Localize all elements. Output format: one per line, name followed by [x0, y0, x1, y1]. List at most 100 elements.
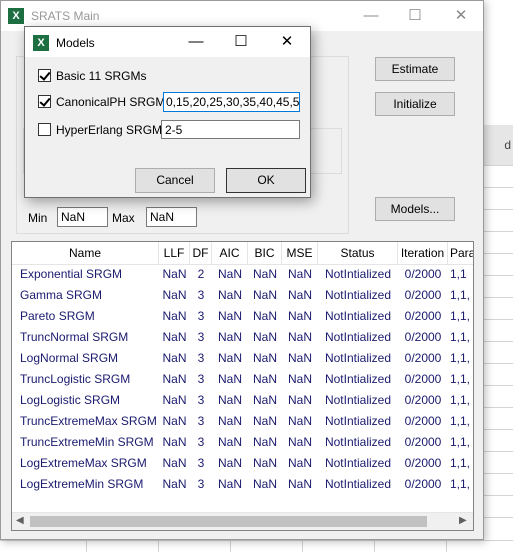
grid-line	[484, 385, 513, 386]
table-header: Name LLF DF AIC BIC MSE Status Iteration…	[12, 242, 473, 265]
table-row[interactable]: TruncLogistic SRGM NaN 3 NaN NaN NaN NotIntial…	[12, 369, 473, 390]
cell-bic: NaN	[252, 435, 277, 449]
table-row[interactable]: Exponential SRGM NaN 2 NaN NaN NaN NotIntializ…	[12, 264, 473, 285]
grid-line	[230, 540, 231, 552]
models-button[interactable]: Models...	[375, 197, 455, 221]
cell-df: 2	[197, 267, 205, 281]
column-header-aic[interactable]: AIC	[212, 242, 248, 264]
cell-params: 1,1,	[450, 477, 471, 491]
initialize-button[interactable]: Initialize	[375, 92, 455, 116]
cell-llf: NaN	[162, 267, 187, 281]
column-header-llf[interactable]: LLF	[159, 242, 190, 264]
column-header-label: d	[504, 138, 511, 152]
cell-name: TruncLogistic SRGM	[20, 372, 131, 386]
cell-status: NotIntialized	[324, 477, 392, 491]
cell-name: Exponential SRGM	[20, 267, 123, 281]
cell-bic: NaN	[252, 393, 277, 407]
cell-params: 1,1,	[450, 372, 471, 386]
hypererlang-label: HyperErlang SRGM	[56, 123, 163, 137]
minimize-icon[interactable]: —	[349, 4, 393, 28]
cancel-button[interactable]: Cancel	[135, 168, 215, 193]
close-icon[interactable]: ✕	[439, 4, 483, 28]
cell-name: Pareto SRGM	[20, 309, 95, 323]
cell-df: 3	[197, 330, 205, 344]
column-header-params[interactable]: Para	[448, 242, 473, 264]
cell-params: 1,1,	[450, 351, 471, 365]
cell-params: 1,1,	[450, 456, 471, 470]
estimate-button[interactable]: Estimate	[375, 57, 455, 81]
hypererlang-field[interactable]: 2-5	[161, 120, 300, 139]
cell-iteration: 0/2000	[404, 372, 442, 386]
hypererlang-checkbox[interactable]	[38, 123, 51, 136]
scroll-right-icon[interactable]: ▶	[459, 515, 467, 526]
table-row[interactable]: LogNormal SRGM NaN 3 NaN NaN NaN NotIntialized…	[12, 348, 473, 369]
models-dialog: X Models — ☐ ✕ Basic 11 SRGMs CanonicalP…	[24, 26, 311, 198]
cell-llf: NaN	[162, 288, 187, 302]
cell-name: Gamma SRGM	[20, 288, 103, 302]
table-row[interactable]: TruncExtremeMax SRGM NaN 3 NaN NaN NaN NotInti…	[12, 411, 473, 432]
table-row[interactable]: Pareto SRGM NaN 3 NaN NaN NaN NotIntialized 0/2…	[12, 306, 473, 327]
maximize-icon[interactable]: ☐	[393, 4, 437, 28]
grid-line	[446, 540, 447, 552]
basic-srgm-checkbox[interactable]	[38, 69, 51, 82]
cell-params: 1,1,	[450, 435, 471, 449]
ok-button[interactable]: OK	[226, 168, 306, 193]
results-table[interactable]: Name LLF DF AIC BIC MSE Status Iteration…	[11, 241, 474, 531]
grid-line	[0, 540, 513, 541]
column-header-mse[interactable]: MSE	[282, 242, 318, 264]
table-row[interactable]: TruncExtremeMin SRGM NaN 3 NaN NaN NaN NotInti…	[12, 432, 473, 453]
column-header-name[interactable]: Name	[12, 242, 159, 264]
cell-mse: NaN	[287, 414, 312, 428]
column-header-df[interactable]: DF	[190, 242, 212, 264]
table-row[interactable]: LogExtremeMax SRGM NaN 3 NaN NaN NaN NotIntial…	[12, 453, 473, 474]
table-row[interactable]: LogExtremeMin SRGM NaN 3 NaN NaN NaN NotIntial…	[12, 474, 473, 495]
min-field[interactable]: NaN	[57, 207, 108, 227]
cell-iteration: 0/2000	[404, 309, 442, 323]
cell-df: 3	[197, 309, 205, 323]
grid-line	[484, 495, 513, 496]
max-field[interactable]: NaN	[146, 207, 197, 227]
cell-params: 1,1,	[450, 288, 471, 302]
cell-df: 3	[197, 372, 205, 386]
grid-line	[484, 187, 513, 188]
cell-bic: NaN	[252, 456, 277, 470]
scrollbar-thumb[interactable]	[30, 516, 427, 527]
column-header-status[interactable]: Status	[318, 242, 398, 264]
horizontal-scrollbar[interactable]: ◀ ▶	[12, 512, 473, 530]
grid-line	[484, 407, 513, 408]
cell-aic: NaN	[217, 288, 242, 302]
canonicalph-field[interactable]: 0,15,20,25,30,35,40,45,50	[163, 92, 300, 112]
max-label: Max	[112, 211, 135, 225]
cell-mse: NaN	[287, 309, 312, 323]
cell-iteration: 0/2000	[404, 414, 442, 428]
cell-df: 3	[197, 477, 205, 491]
scroll-left-icon[interactable]: ◀	[16, 515, 24, 526]
cell-llf: NaN	[162, 456, 187, 470]
column-header: d	[484, 125, 513, 166]
cell-df: 3	[197, 393, 205, 407]
cell-params: 1,1,	[450, 309, 471, 323]
cell-mse: NaN	[287, 288, 312, 302]
close-icon[interactable]: ✕	[265, 30, 309, 54]
dialog-title: Models	[56, 36, 95, 50]
table-row[interactable]: TruncNormal SRGM NaN 3 NaN NaN NaN NotIntializ…	[12, 327, 473, 348]
canonicalph-checkbox[interactable]	[38, 95, 51, 108]
cell-aic: NaN	[217, 267, 242, 281]
grid-line	[484, 165, 513, 166]
grid-line	[484, 231, 513, 232]
cell-status: NotIntialized	[324, 393, 392, 407]
cell-llf: NaN	[162, 372, 187, 386]
table-row[interactable]: Gamma SRGM NaN 3 NaN NaN NaN NotIntialized 0/20…	[12, 285, 473, 306]
table-row[interactable]: LogLogistic SRGM NaN 3 NaN NaN NaN NotIntializ…	[12, 390, 473, 411]
cell-df: 3	[197, 414, 205, 428]
cell-status: NotIntialized	[324, 288, 392, 302]
maximize-icon[interactable]: ☐	[219, 30, 263, 54]
cell-name: TruncExtremeMin SRGM	[20, 435, 154, 449]
column-header-bic[interactable]: BIC	[248, 242, 282, 264]
cell-aic: NaN	[217, 393, 242, 407]
cell-mse: NaN	[287, 435, 312, 449]
grid-line	[484, 517, 513, 518]
cell-llf: NaN	[162, 435, 187, 449]
column-header-iteration[interactable]: Iteration	[398, 242, 448, 264]
minimize-icon[interactable]: —	[174, 30, 218, 54]
